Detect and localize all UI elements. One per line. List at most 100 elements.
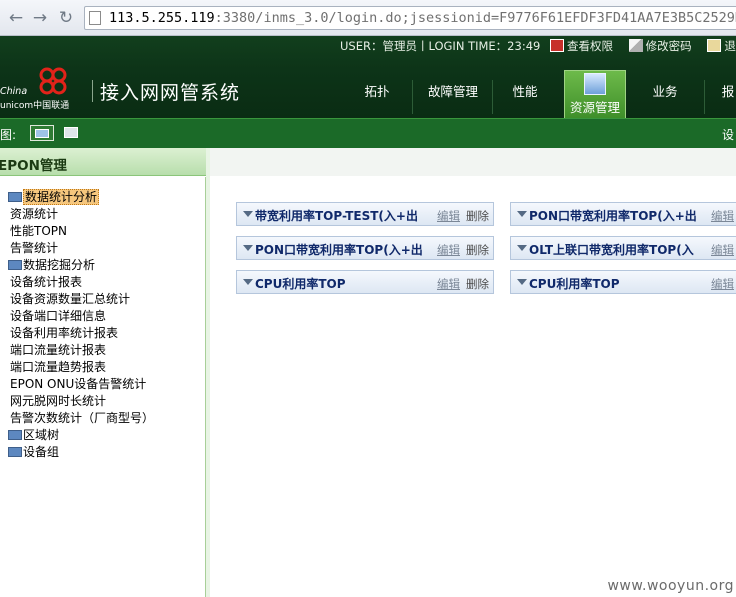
tree-frame: 数据统计分析 资源统计 性能TOPN 告警统计 数据挖掘分析 设备统计报表 设备… [0, 177, 206, 597]
change-password-label: 修改密码 [645, 39, 692, 53]
tree-item-label: 数据挖掘分析 [23, 258, 96, 272]
view-rights-label: 查看权限 [567, 39, 613, 53]
nav-resource-management[interactable]: 资源管理 [564, 70, 626, 118]
portlet-edit-link[interactable]: 编辑 [437, 276, 460, 292]
nav-topology[interactable]: 拓扑 [346, 78, 408, 118]
unicom-knot-icon [39, 67, 67, 95]
exit-icon [707, 39, 722, 52]
tree-item-region-tree[interactable]: 区域树 [8, 427, 152, 444]
user-login-info: USER：管理员丨LOGIN TIME：23:49 [340, 39, 541, 53]
tree-item-device-utilization-report[interactable]: 设备利用率统计报表 [10, 325, 154, 342]
tree-item-device-port-details[interactable]: 设备端口详细信息 [10, 308, 154, 325]
tree-item-performance-topn[interactable]: 性能TOPN [10, 223, 154, 240]
nav-report[interactable]: 报 [718, 78, 736, 118]
tree-item-port-traffic-report[interactable]: 端口流量统计报表 [10, 342, 154, 359]
portlet-delete-link[interactable]: 删除 [466, 208, 489, 224]
portlet-edit-link[interactable]: 编辑 [711, 276, 734, 292]
resource-management-icon [584, 73, 606, 95]
nav-performance[interactable]: 性能 [494, 78, 556, 118]
settings-link[interactable]: 设 [722, 126, 734, 143]
tree-item-device-statistics-report[interactable]: 设备统计报表 [10, 274, 154, 291]
key-icon [628, 39, 643, 52]
folder-icon [8, 430, 22, 440]
tree-item-epon-onu-alarm[interactable]: EPON ONU设备告警统计 [10, 376, 154, 393]
watermark: www.wooyun.org [607, 578, 734, 594]
rights-icon [550, 39, 564, 52]
back-arrow-icon[interactable]: ← [6, 8, 26, 28]
collapse-triangle-icon[interactable] [243, 279, 253, 285]
logo-text-unicom: unicom中国联通 [0, 101, 70, 111]
nav-fault-management[interactable]: 故障管理 [416, 78, 490, 118]
portlet-title: PON口带宽利用率TOP(入+出 [529, 209, 697, 223]
url-path: :3380/inms_3.0/login.do;jsessionid=F9776… [214, 10, 736, 26]
tree-item-label: 数据统计分析 [23, 189, 100, 205]
portlet-title: PON口带宽利用率TOP(入+出 [255, 243, 423, 257]
portlet-edit-link[interactable]: 编辑 [711, 242, 734, 258]
content-top-strip [210, 148, 736, 176]
collapse-triangle-icon[interactable] [243, 245, 253, 251]
nav-divider [492, 80, 493, 114]
url-text: 113.5.255.119:3380/inms_3.0/login.do;jse… [109, 10, 736, 26]
address-bar[interactable]: 113.5.255.119:3380/inms_3.0/login.do;jse… [84, 6, 736, 30]
exit-label: 退 [724, 39, 736, 53]
user-info-bar: USER：管理员丨LOGIN TIME：23:49 查看权限 修改密码 退 [340, 38, 736, 54]
folder-icon [8, 192, 22, 202]
header-divider [92, 80, 93, 102]
sidebar-tree: 数据统计分析 资源统计 性能TOPN 告警统计 数据挖掘分析 设备统计报表 设备… [8, 189, 154, 461]
portlet-title: CPU利用率TOP [529, 277, 620, 291]
portlet-title: CPU利用率TOP [255, 277, 346, 291]
tree-item-ne-offline-duration[interactable]: 网元脱网时长统计 [10, 393, 154, 410]
collapse-triangle-icon[interactable] [517, 279, 527, 285]
portlet-edit-link[interactable]: 编辑 [437, 242, 460, 258]
portlet-cpu-utilization-top: CPU利用率TOP 编辑 删除 [236, 270, 494, 294]
tree-item-device-group[interactable]: 设备组 [8, 444, 152, 461]
nav-resource-management-label: 资源管理 [569, 100, 620, 115]
tree-item-device-resource-summary[interactable]: 设备资源数量汇总统计 [10, 291, 154, 308]
folder-icon [8, 260, 22, 270]
tree-item-label: 区域树 [23, 428, 60, 442]
page-icon [89, 11, 101, 25]
forward-arrow-icon[interactable]: → [30, 8, 50, 28]
view-mode-tree-button[interactable] [30, 125, 54, 141]
collapse-triangle-icon[interactable] [517, 211, 527, 217]
app-title: 接入网网管系统 [100, 82, 241, 104]
portlet-pon-bandwidth-top-2: PON口带宽利用率TOP(入+出 编辑 删除 [236, 236, 494, 260]
portlet-delete-link[interactable]: 删除 [466, 276, 489, 292]
change-password-link[interactable]: 修改密码 [628, 39, 698, 53]
portlet-olt-uplink-bandwidth-top: OLT上联口带宽利用率TOP(入 编辑 [510, 236, 736, 260]
tree-item-resource-statistics[interactable]: 资源统计 [10, 206, 154, 223]
sidebar-title: EPON管理 [0, 158, 67, 174]
portlet-title: 带宽利用率TOP-TEST(入+出 [255, 209, 418, 223]
view-rights-link[interactable]: 查看权限 [550, 39, 619, 53]
nav-service[interactable]: 业务 [634, 78, 696, 118]
url-host: 113.5.255.119 [109, 10, 215, 26]
folder-icon [8, 447, 22, 457]
portlet-edit-link[interactable]: 编辑 [437, 208, 460, 224]
view-label: 视图: [0, 128, 17, 142]
sidebar: EPON管理 数据统计分析 资源统计 性能TOPN 告警统计 数据挖掘分析 设备… [0, 148, 210, 597]
view-mode-tree-icon [35, 129, 49, 138]
browser-toolbar: ← → ↻ 113.5.255.119:3380/inms_3.0/login.… [0, 0, 736, 36]
portlet-pon-bandwidth-top: PON口带宽利用率TOP(入+出 编辑 [510, 202, 736, 226]
view-toolbar: 视图: 设 [0, 118, 736, 148]
tree-item-port-traffic-trend[interactable]: 端口流量趋势报表 [10, 359, 154, 376]
view-mode-list-button[interactable] [64, 127, 78, 138]
nav-divider [704, 80, 705, 114]
portlet-cpu-utilization-top-2: CPU利用率TOP 编辑 [510, 270, 736, 294]
tree-item-label: 设备组 [23, 445, 60, 459]
tree-item-data-mining-analysis[interactable]: 数据挖掘分析 [8, 257, 152, 274]
portlet-bandwidth-top-test: 带宽利用率TOP-TEST(入+出 编辑 删除 [236, 202, 494, 226]
exit-link[interactable]: 退 [707, 39, 736, 53]
reload-icon[interactable]: ↻ [56, 8, 76, 28]
tree-item-alarm-statistics[interactable]: 告警统计 [10, 240, 154, 257]
china-unicom-logo: China unicom中国联通 [0, 62, 92, 112]
portlet-delete-link[interactable]: 删除 [466, 242, 489, 258]
logo-text-china: China [0, 86, 28, 97]
portlet-edit-link[interactable]: 编辑 [711, 208, 734, 224]
tree-item-alarm-count-by-vendor[interactable]: 告警次数统计（厂商型号） [10, 410, 154, 427]
tree-item-data-statistics-analysis[interactable]: 数据统计分析 [8, 189, 152, 206]
sidebar-header: EPON管理 [0, 148, 210, 176]
portlet-title: OLT上联口带宽利用率TOP(入 [529, 243, 694, 257]
collapse-triangle-icon[interactable] [243, 211, 253, 217]
collapse-triangle-icon[interactable] [517, 245, 527, 251]
